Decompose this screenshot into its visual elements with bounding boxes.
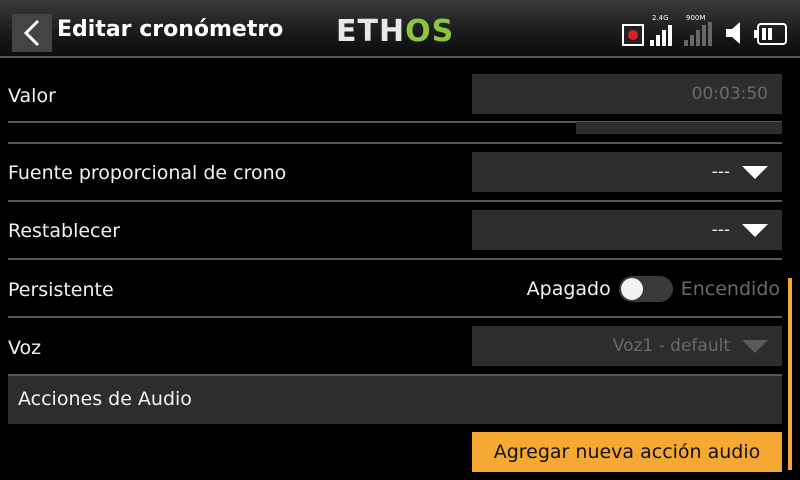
divider [8,316,782,318]
divider [8,142,782,144]
audio-actions-label: Acciones de Audio [18,388,192,410]
proportional-source-label: Fuente proporcional de crono [8,162,287,184]
voice-dropdown[interactable]: Voz1 - default [472,326,782,366]
back-button[interactable] [12,14,52,52]
value-field[interactable]: 00:03:50 [472,74,782,114]
persistent-label: Persistente [8,279,114,301]
add-audio-action-button[interactable]: Agregar nueva acción audio [472,432,782,472]
reset-dropdown[interactable]: --- [472,210,782,250]
dropdown-arrow-icon [742,339,768,353]
scrollbar[interactable] [788,278,792,470]
divider [8,200,782,202]
reset-label: Restablecer [8,220,121,242]
proportional-source-value: --- [711,162,730,182]
persistent-toggle-group: Apagado Encendido [527,276,780,302]
signal-icon: 900M [684,14,718,46]
reset-value: --- [711,220,730,240]
divider [8,258,782,260]
ethos-logo: ETHOS [336,14,455,49]
voice-value: Voz1 - default [612,336,730,356]
speaker-icon [726,22,740,44]
proportional-source-dropdown[interactable]: --- [472,152,782,192]
status-icons: 2.4G 900M [622,14,788,46]
page-title: Editar cronómetro [57,17,284,42]
battery-icon [754,23,787,45]
audio-actions-section: Acciones de Audio [8,376,782,424]
signal-icon: 2.4G [650,14,678,46]
record-icon [622,24,644,46]
persistent-on-label: Encendido [680,278,780,300]
dropdown-arrow-icon [742,165,768,179]
toggle-knob [620,278,643,300]
back-arrow-icon [23,19,40,47]
voice-label: Voz [8,337,42,359]
persistent-toggle[interactable] [618,276,673,302]
dropdown-arrow-icon [742,223,768,237]
title-bar: Editar cronómetro ETHOS 2.4G 900M [0,0,800,58]
hidden-row-field [576,122,782,134]
persistent-off-label: Apagado [526,278,611,300]
value-label: Valor [8,85,56,107]
